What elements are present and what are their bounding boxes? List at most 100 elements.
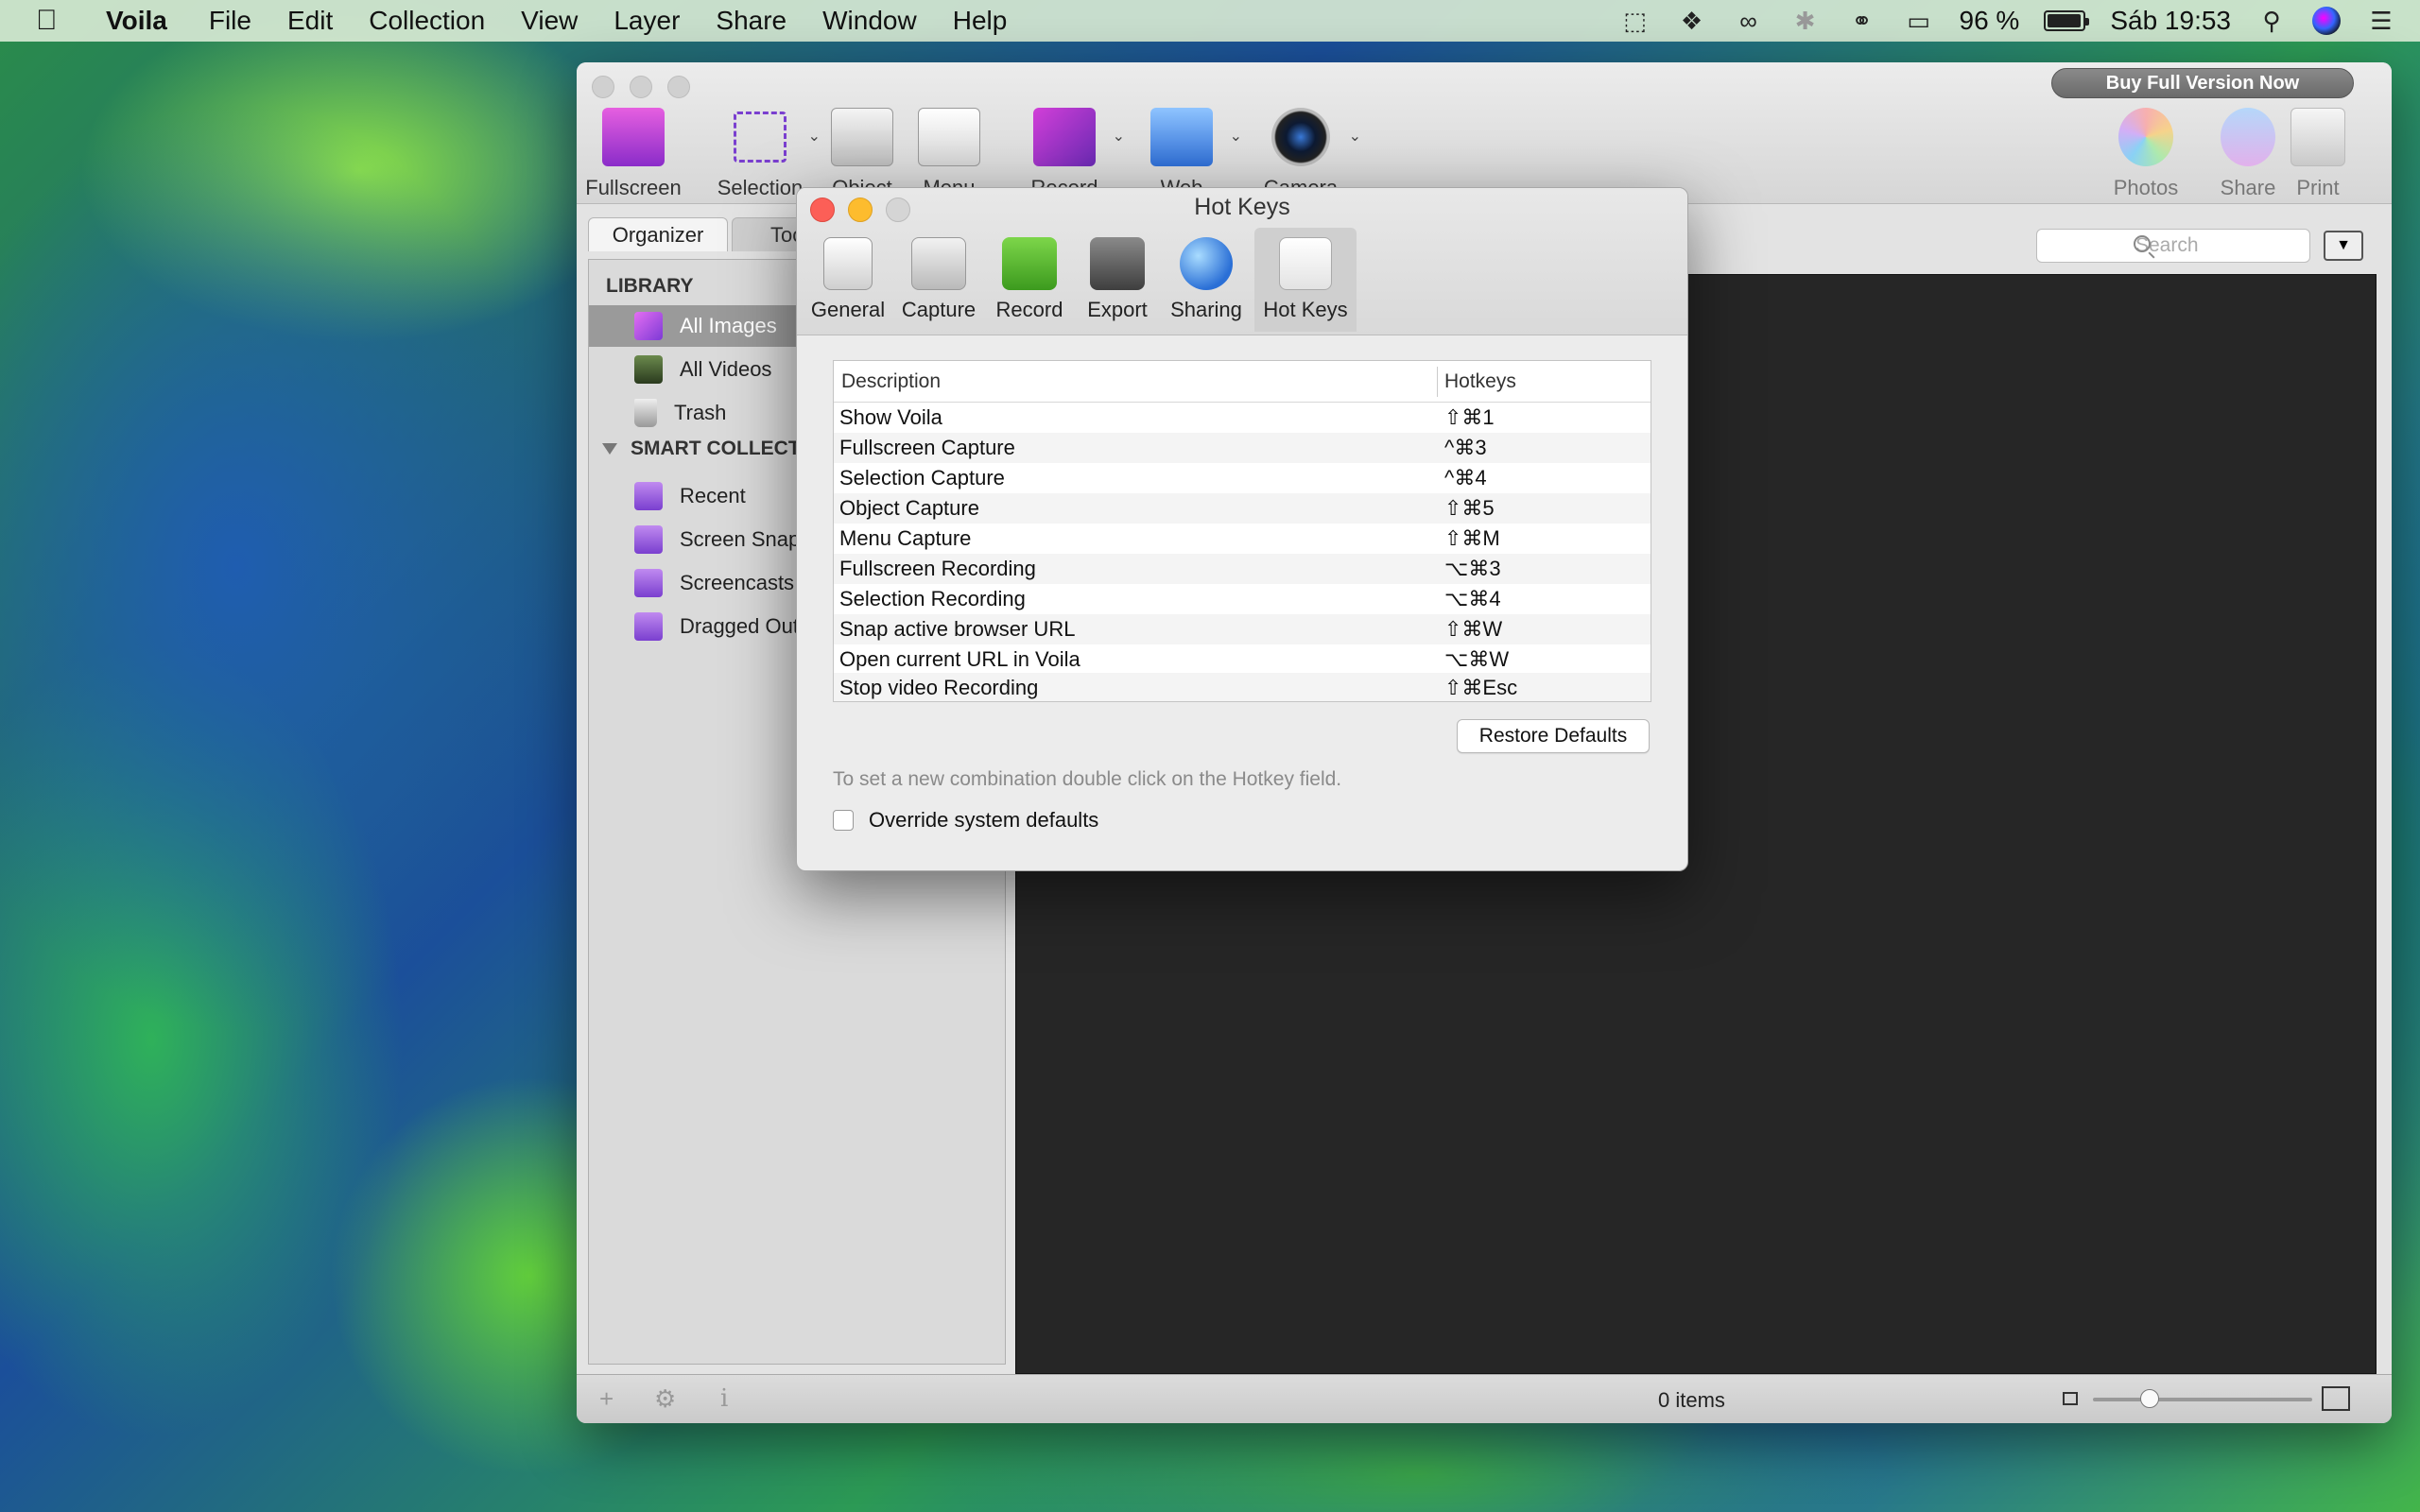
search-input[interactable]: Search [2036, 229, 2310, 263]
window-minimize-button[interactable] [630, 76, 652, 98]
status-bar: + ⚙ i 0 items [577, 1374, 2392, 1423]
window-close-button[interactable] [592, 76, 614, 98]
apple-icon[interactable]:  [36, 5, 74, 37]
object-icon [831, 108, 893, 166]
trash-icon [634, 399, 657, 427]
hotkey-field[interactable]: ⌥⌘3 [1444, 557, 1501, 581]
menu-bar:  Voila File Edit Collection View Layer … [0, 0, 2420, 42]
fullscreen-icon [602, 108, 665, 166]
menu-share[interactable]: Share [716, 6, 786, 36]
battery-icon[interactable] [2044, 10, 2090, 31]
zoom-slider[interactable] [2093, 1398, 2312, 1401]
spotlight-icon[interactable]: ⚲ [2256, 7, 2288, 35]
film-icon [634, 355, 663, 384]
table-row[interactable]: Fullscreen Capture ^⌘3 [834, 433, 1651, 463]
dropbox-icon[interactable]: ❖ [1676, 7, 1708, 35]
override-checkbox[interactable] [833, 810, 854, 831]
override-system-defaults-option[interactable]: Override system defaults [833, 808, 1098, 833]
table-row[interactable]: Stop video Recording ⇧⌘Esc [834, 673, 1651, 701]
table-row[interactable]: Show Voila ⇧⌘1 [834, 403, 1651, 433]
pref-tab-record[interactable]: Record [990, 228, 1069, 332]
menu-file[interactable]: File [209, 6, 251, 36]
menu-window[interactable]: Window [822, 6, 917, 36]
table-row[interactable]: Snap active browser URL ⇧⌘W [834, 614, 1651, 644]
menu-layer[interactable]: Layer [614, 6, 680, 36]
table-row[interactable]: Open current URL in Voila ⌥⌘W [834, 644, 1651, 675]
globe-icon [1180, 237, 1233, 290]
creative-cloud-icon[interactable]: ∞ [1733, 7, 1765, 35]
table-row[interactable]: Object Capture ⇧⌘5 [834, 493, 1651, 524]
column-header-hotkeys[interactable]: Hotkeys [1444, 370, 1516, 393]
hotkey-field[interactable]: ⇧⌘W [1444, 617, 1502, 642]
zoom-in-icon[interactable] [2322, 1386, 2350, 1411]
clock[interactable]: Sáb 19:53 [2110, 6, 2231, 36]
pref-tab-capture[interactable]: Capture [895, 228, 982, 332]
bluetooth-icon[interactable]: ✱ [1789, 7, 1822, 35]
chevron-down-icon: ⌄ [1348, 129, 1361, 145]
column-divider [1437, 367, 1438, 397]
search-icon [2134, 235, 2151, 252]
menu-help[interactable]: Help [953, 6, 1008, 36]
hotkey-field[interactable]: ⌥⌘W [1444, 647, 1509, 672]
export-icon [1090, 237, 1145, 290]
selection-icon [734, 112, 786, 163]
hotkey-field[interactable]: ⇧⌘1 [1444, 405, 1495, 430]
pref-tab-hot-keys[interactable]: Hot Keys [1254, 228, 1357, 332]
airplay-icon[interactable]: ▭ [1903, 7, 1935, 35]
wifi-icon[interactable]: ⚭ [1846, 7, 1878, 35]
video-camera-icon [1002, 237, 1057, 290]
hotkey-field[interactable]: ⇧⌘Esc [1444, 676, 1517, 700]
chevron-down-icon: ⌄ [1229, 129, 1242, 145]
smart-folder-icon [634, 569, 663, 597]
dialog-title: Hot Keys [1194, 194, 1290, 220]
crop-icon[interactable]: ⬚ [1619, 7, 1651, 35]
menu-view[interactable]: View [521, 6, 578, 36]
window-zoom-button[interactable] [667, 76, 690, 98]
library-header: LIBRARY [606, 275, 694, 297]
menu-edit[interactable]: Edit [287, 6, 333, 36]
table-row[interactable]: Fullscreen Recording ⌥⌘3 [834, 554, 1651, 584]
table-row[interactable]: Selection Capture ^⌘4 [834, 463, 1651, 493]
selection-tool[interactable]: ⌄ Selection [703, 108, 821, 200]
pref-tab-general[interactable]: General [806, 228, 890, 332]
main-toolbar: Fullscreen ⌄ Selection Object Menu ⌄ Rec… [577, 62, 2392, 204]
siri-icon[interactable] [2312, 7, 2341, 35]
chevron-down-icon: ▼ [2336, 237, 2351, 253]
zoom-slider-knob[interactable] [2140, 1389, 2159, 1408]
share-icon [2221, 108, 2275, 166]
preferences-toolbar: Hot Keys General Capture Record Export S… [797, 188, 1687, 335]
gear-icon[interactable]: ⚙ [654, 1384, 676, 1414]
pref-tab-export[interactable]: Export [1079, 228, 1156, 332]
menu-collection[interactable]: Collection [369, 6, 485, 36]
hotkey-field[interactable]: ^⌘4 [1444, 466, 1487, 490]
camera-icon [1271, 108, 1330, 166]
table-row[interactable]: Menu Capture ⇧⌘M [834, 524, 1651, 554]
zoom-out-icon[interactable] [2063, 1392, 2078, 1405]
hotkey-field[interactable]: ^⌘3 [1444, 436, 1487, 460]
photos-tool[interactable]: Photos [2089, 108, 2203, 200]
buy-full-version-button[interactable]: Buy Full Version Now [2051, 68, 2354, 98]
notification-center-icon[interactable]: ☰ [2365, 7, 2397, 35]
add-icon[interactable]: + [599, 1384, 614, 1414]
view-options-button[interactable]: ▼ [2324, 231, 2363, 261]
table-row[interactable]: Selection Recording ⌥⌘4 [834, 584, 1651, 614]
images-icon [634, 312, 663, 340]
chevron-down-icon: ⌄ [1112, 129, 1125, 145]
battery-percent: 96 % [1959, 6, 2020, 35]
fullscreen-tool[interactable]: Fullscreen [577, 108, 690, 200]
hot-keys-dialog: Hot Keys General Capture Record Export S… [796, 187, 1688, 871]
column-header-description[interactable]: Description [841, 370, 941, 393]
switch-icon [823, 237, 873, 290]
hotkey-field[interactable]: ⇧⌘M [1444, 526, 1500, 551]
tab-organizer[interactable]: Organizer [588, 217, 728, 251]
smart-folder-icon [634, 482, 663, 510]
print-tool[interactable]: Print [2271, 108, 2365, 200]
restore-defaults-button[interactable]: Restore Defaults [1457, 719, 1650, 753]
pref-tab-sharing[interactable]: Sharing [1164, 228, 1249, 332]
menu-app-name[interactable]: Voila [106, 6, 167, 36]
smart-folder-icon [634, 525, 663, 554]
info-icon[interactable]: i [720, 1384, 728, 1413]
camera-icon [911, 237, 966, 290]
hotkey-field[interactable]: ⌥⌘4 [1444, 587, 1501, 611]
hotkey-field[interactable]: ⇧⌘5 [1444, 496, 1495, 521]
